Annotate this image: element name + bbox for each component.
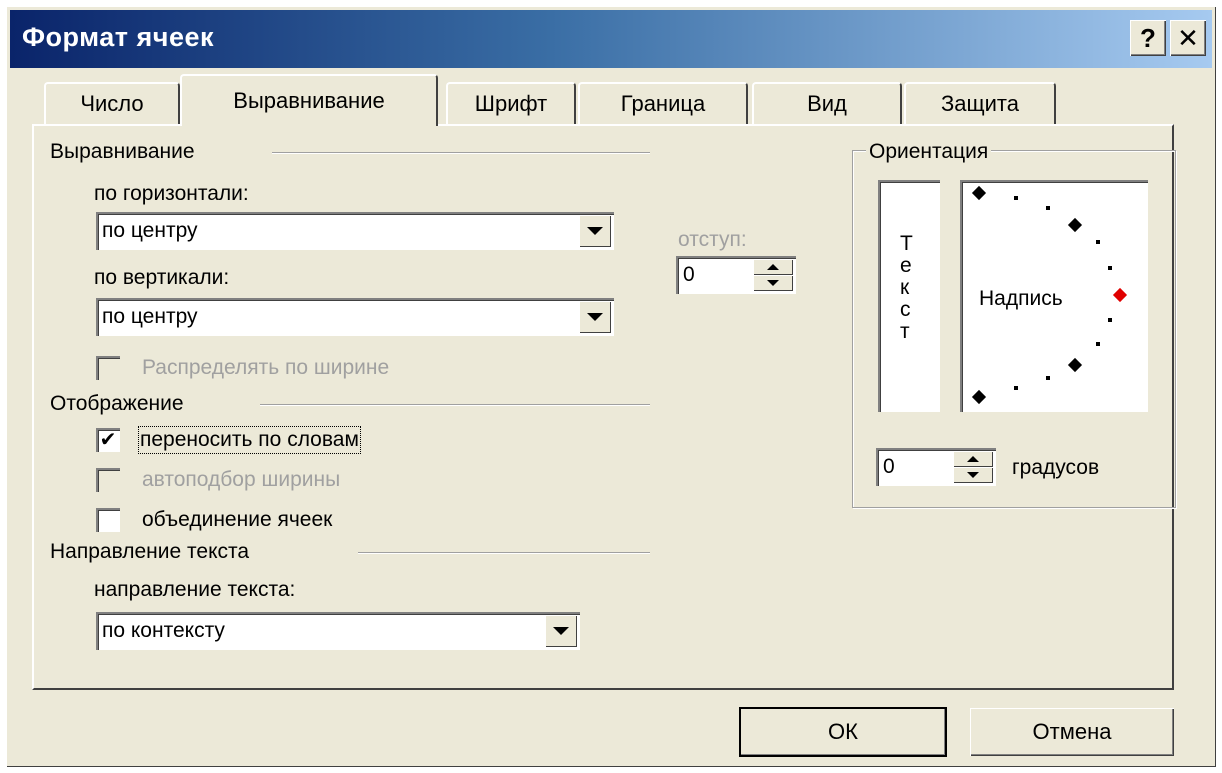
- horizontal-select[interactable]: по центру: [96, 212, 614, 250]
- horizontal-dropdown-button[interactable]: [579, 215, 611, 247]
- text-direction-select[interactable]: по контексту: [96, 612, 580, 650]
- vertical-text-char: к: [900, 276, 910, 299]
- vertical-text-char: е: [900, 254, 912, 277]
- window-title: Формат ячеек: [22, 22, 215, 52]
- help-button[interactable]: ?: [1130, 20, 1166, 56]
- display-group-divider: [260, 404, 650, 406]
- indent-label: отступ:: [678, 228, 747, 251]
- cancel-button[interactable]: Отмена: [970, 708, 1174, 756]
- degrees-label: градусов: [1012, 456, 1100, 479]
- arrow-up-icon: [767, 264, 779, 270]
- vertical-select[interactable]: по центру: [96, 298, 614, 336]
- indent-value: 0: [683, 263, 695, 286]
- distribute-label: Распределять по ширине: [142, 356, 390, 379]
- horizontal-label: по горизонтали:: [94, 182, 249, 205]
- horizontal-select-value: по центру: [102, 219, 198, 242]
- tab-border-label: Граница: [620, 91, 706, 116]
- dial-tick: [1096, 240, 1100, 244]
- dial-marker-45: [1067, 217, 1083, 233]
- degrees-up-button[interactable]: [953, 451, 993, 467]
- dial-tick: [1046, 376, 1050, 380]
- tab-view-label: Вид: [807, 91, 847, 116]
- vertical-text-char: с: [900, 298, 911, 321]
- alignment-group-label: Выравнивание: [50, 140, 195, 163]
- vertical-text-char: т: [900, 320, 910, 343]
- text-direction-dropdown-button[interactable]: [545, 615, 577, 647]
- wrap-text-checkbox[interactable]: ✔: [96, 428, 120, 452]
- chevron-down-icon: [587, 227, 603, 235]
- close-button[interactable]: ✕: [1170, 20, 1206, 56]
- tab-protection-label: Защита: [941, 91, 1019, 116]
- dial-tick: [1014, 386, 1018, 390]
- distribute-checkbox[interactable]: [96, 356, 120, 380]
- dial-text-label: Надпись: [979, 287, 1063, 310]
- dial-marker-90: [971, 185, 987, 201]
- text-direction-select-value: по контексту: [102, 619, 225, 642]
- dial-tick: [1108, 318, 1112, 322]
- wrap-text-label[interactable]: переносить по словам: [138, 426, 361, 454]
- tab-border[interactable]: Граница: [578, 82, 748, 124]
- alignment-group-divider: [272, 152, 650, 154]
- orientation-dial[interactable]: Надпись: [960, 180, 1148, 412]
- vertical-label: по вертикали:: [94, 266, 230, 289]
- display-group-label: Отображение: [50, 392, 184, 415]
- degrees-spinner[interactable]: 0: [876, 448, 996, 486]
- dial-tick: [1108, 266, 1112, 270]
- arrow-up-icon: [967, 456, 979, 462]
- orientation-group-label: Ориентация: [866, 140, 992, 164]
- tab-alignment[interactable]: Выравнивание: [180, 74, 438, 126]
- tab-font[interactable]: Шрифт: [446, 82, 576, 124]
- arrow-down-icon: [767, 280, 779, 286]
- title-bar: Формат ячеек ? ✕: [10, 10, 1212, 68]
- vertical-dropdown-button[interactable]: [579, 301, 611, 333]
- text-direction-group-label: Направление текста: [50, 540, 250, 563]
- tab-font-label: Шрифт: [474, 91, 548, 116]
- text-direction-label: направление текста:: [94, 578, 296, 601]
- indent-spinner[interactable]: 0: [676, 256, 796, 294]
- shrink-to-fit-checkbox[interactable]: [96, 468, 120, 492]
- arrow-down-icon: [967, 472, 979, 478]
- degrees-down-button[interactable]: [953, 467, 993, 483]
- checkmark-icon: ✔: [99, 429, 117, 451]
- degrees-value: 0: [883, 455, 895, 478]
- text-direction-group-divider: [358, 552, 650, 554]
- vertical-select-value: по центру: [102, 305, 198, 328]
- tab-protection[interactable]: Защита: [904, 82, 1056, 124]
- indent-down-button[interactable]: [753, 275, 793, 291]
- dial-marker-minus90: [971, 389, 987, 405]
- tab-number-label: Число: [80, 91, 144, 116]
- vertical-text-char: Т: [900, 232, 913, 255]
- tab-alignment-label: Выравнивание: [233, 88, 385, 113]
- dial-tick: [1096, 342, 1100, 346]
- shrink-to-fit-label: автоподбор ширины: [142, 468, 341, 491]
- dial-tick: [1014, 196, 1018, 200]
- tab-number[interactable]: Число: [44, 82, 180, 124]
- tab-view[interactable]: Вид: [752, 82, 902, 124]
- chevron-down-icon: [587, 313, 603, 321]
- vertical-text-box[interactable]: Т е к с т: [878, 180, 940, 412]
- dial-marker-0-selected: [1112, 287, 1128, 303]
- indent-up-button[interactable]: [753, 259, 793, 275]
- ok-button[interactable]: ОК: [739, 707, 947, 757]
- merge-cells-checkbox[interactable]: [96, 508, 120, 532]
- chevron-down-icon: [553, 627, 569, 635]
- dial-tick: [1046, 206, 1050, 210]
- dial-marker-minus45: [1067, 357, 1083, 373]
- merge-cells-label[interactable]: объединение ячеек: [142, 508, 332, 532]
